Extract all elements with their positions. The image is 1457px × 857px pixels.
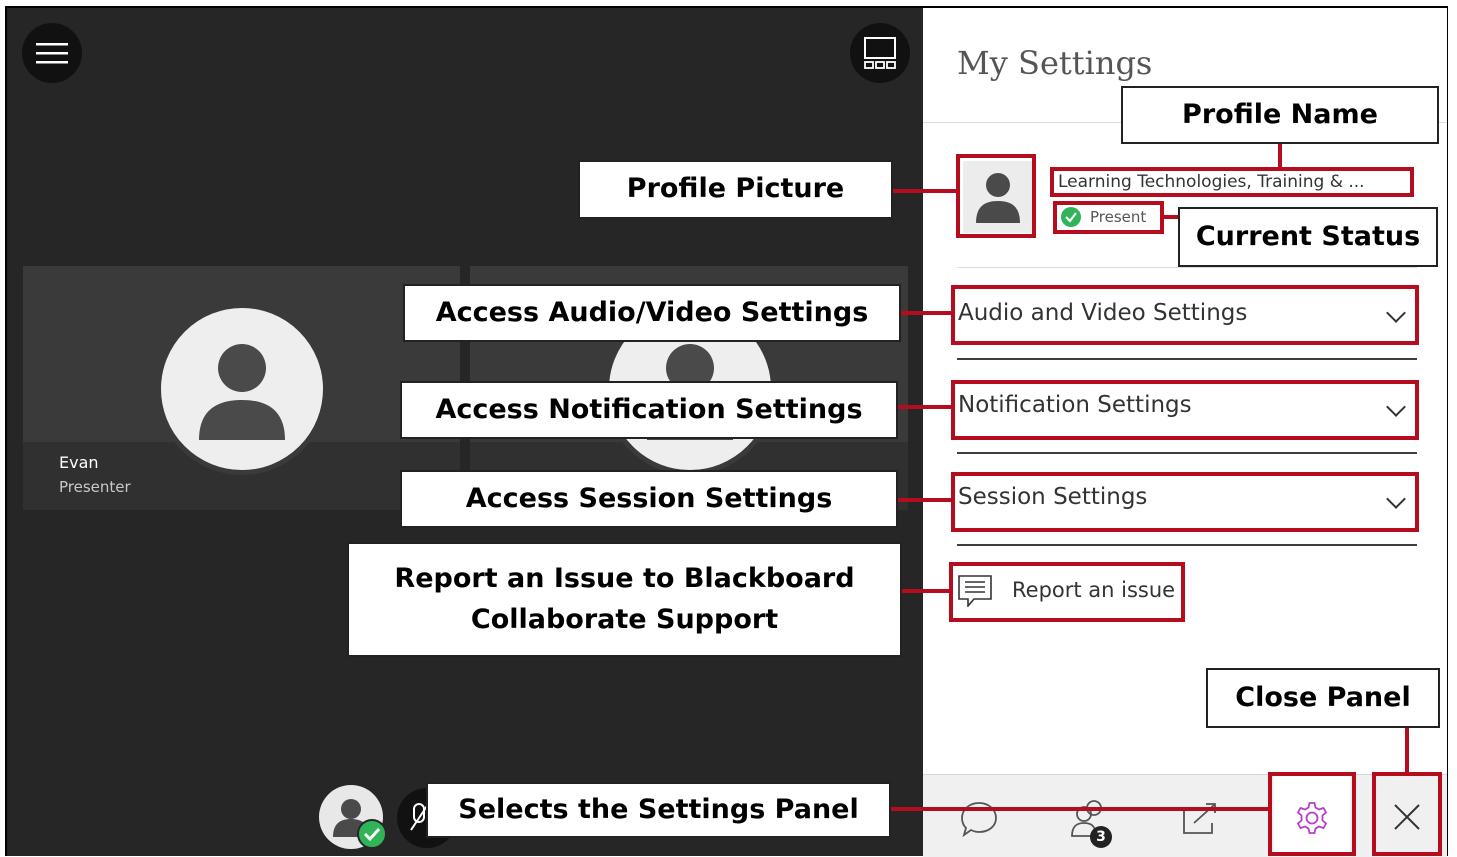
layout-button[interactable] [850, 23, 910, 83]
callout-current-status: Current Status [1178, 207, 1438, 267]
menu-button[interactable] [22, 23, 82, 83]
highlight-settings-tab [1268, 772, 1356, 856]
callout-profile-name: Profile Name [1121, 86, 1439, 144]
highlight-profile-picture [956, 154, 1036, 238]
callout-session: Access Session Settings [400, 470, 898, 528]
profile-divider [957, 267, 1417, 268]
callout-close-panel: Close Panel [1206, 668, 1440, 728]
highlight-session [951, 472, 1419, 532]
participant-avatar [156, 303, 328, 475]
status-check-icon [357, 819, 387, 849]
callout-audio-video: Access Audio/Video Settings [403, 284, 901, 342]
connector-report-issue [901, 589, 951, 593]
highlight-current-status [1053, 201, 1164, 234]
layout-grid-icon [864, 37, 896, 69]
callout-profile-picture: Profile Picture [578, 160, 893, 219]
participant-role: Presenter [59, 478, 131, 496]
divider [957, 452, 1417, 454]
connector-session [898, 498, 953, 502]
person-icon [199, 344, 285, 440]
highlight-audio-video [951, 285, 1419, 345]
callout-notification: Access Notification Settings [400, 381, 898, 439]
highlight-notification [951, 380, 1419, 440]
connector-audio-video [901, 311, 953, 315]
callout-report-line1: Report an Issue to Blackboard [394, 563, 855, 594]
attendee-count-badge: 3 [1090, 826, 1112, 848]
highlight-report-issue [949, 562, 1185, 622]
connector-settings-panel [889, 807, 1270, 811]
divider [957, 358, 1417, 360]
connector-profile-picture [893, 189, 957, 193]
callout-settings-panel: Selects the Settings Panel [426, 782, 891, 838]
connector-notification [898, 405, 953, 409]
my-status-button[interactable] [319, 785, 387, 849]
divider [957, 544, 1417, 546]
connector-close-panel [1405, 726, 1409, 774]
highlight-profile-name [1050, 167, 1414, 197]
callout-report-issue: Report an Issue to Blackboard Collaborat… [347, 542, 902, 657]
callout-report-line2: Collaborate Support [470, 603, 779, 635]
panel-title: My Settings [957, 44, 1153, 82]
participant-name: Evan [59, 453, 99, 472]
hamburger-menu-icon [36, 43, 68, 64]
highlight-close-panel [1372, 772, 1442, 856]
attendees-button[interactable]: 3 [1070, 798, 1116, 848]
connector-profile-name [1278, 143, 1282, 169]
